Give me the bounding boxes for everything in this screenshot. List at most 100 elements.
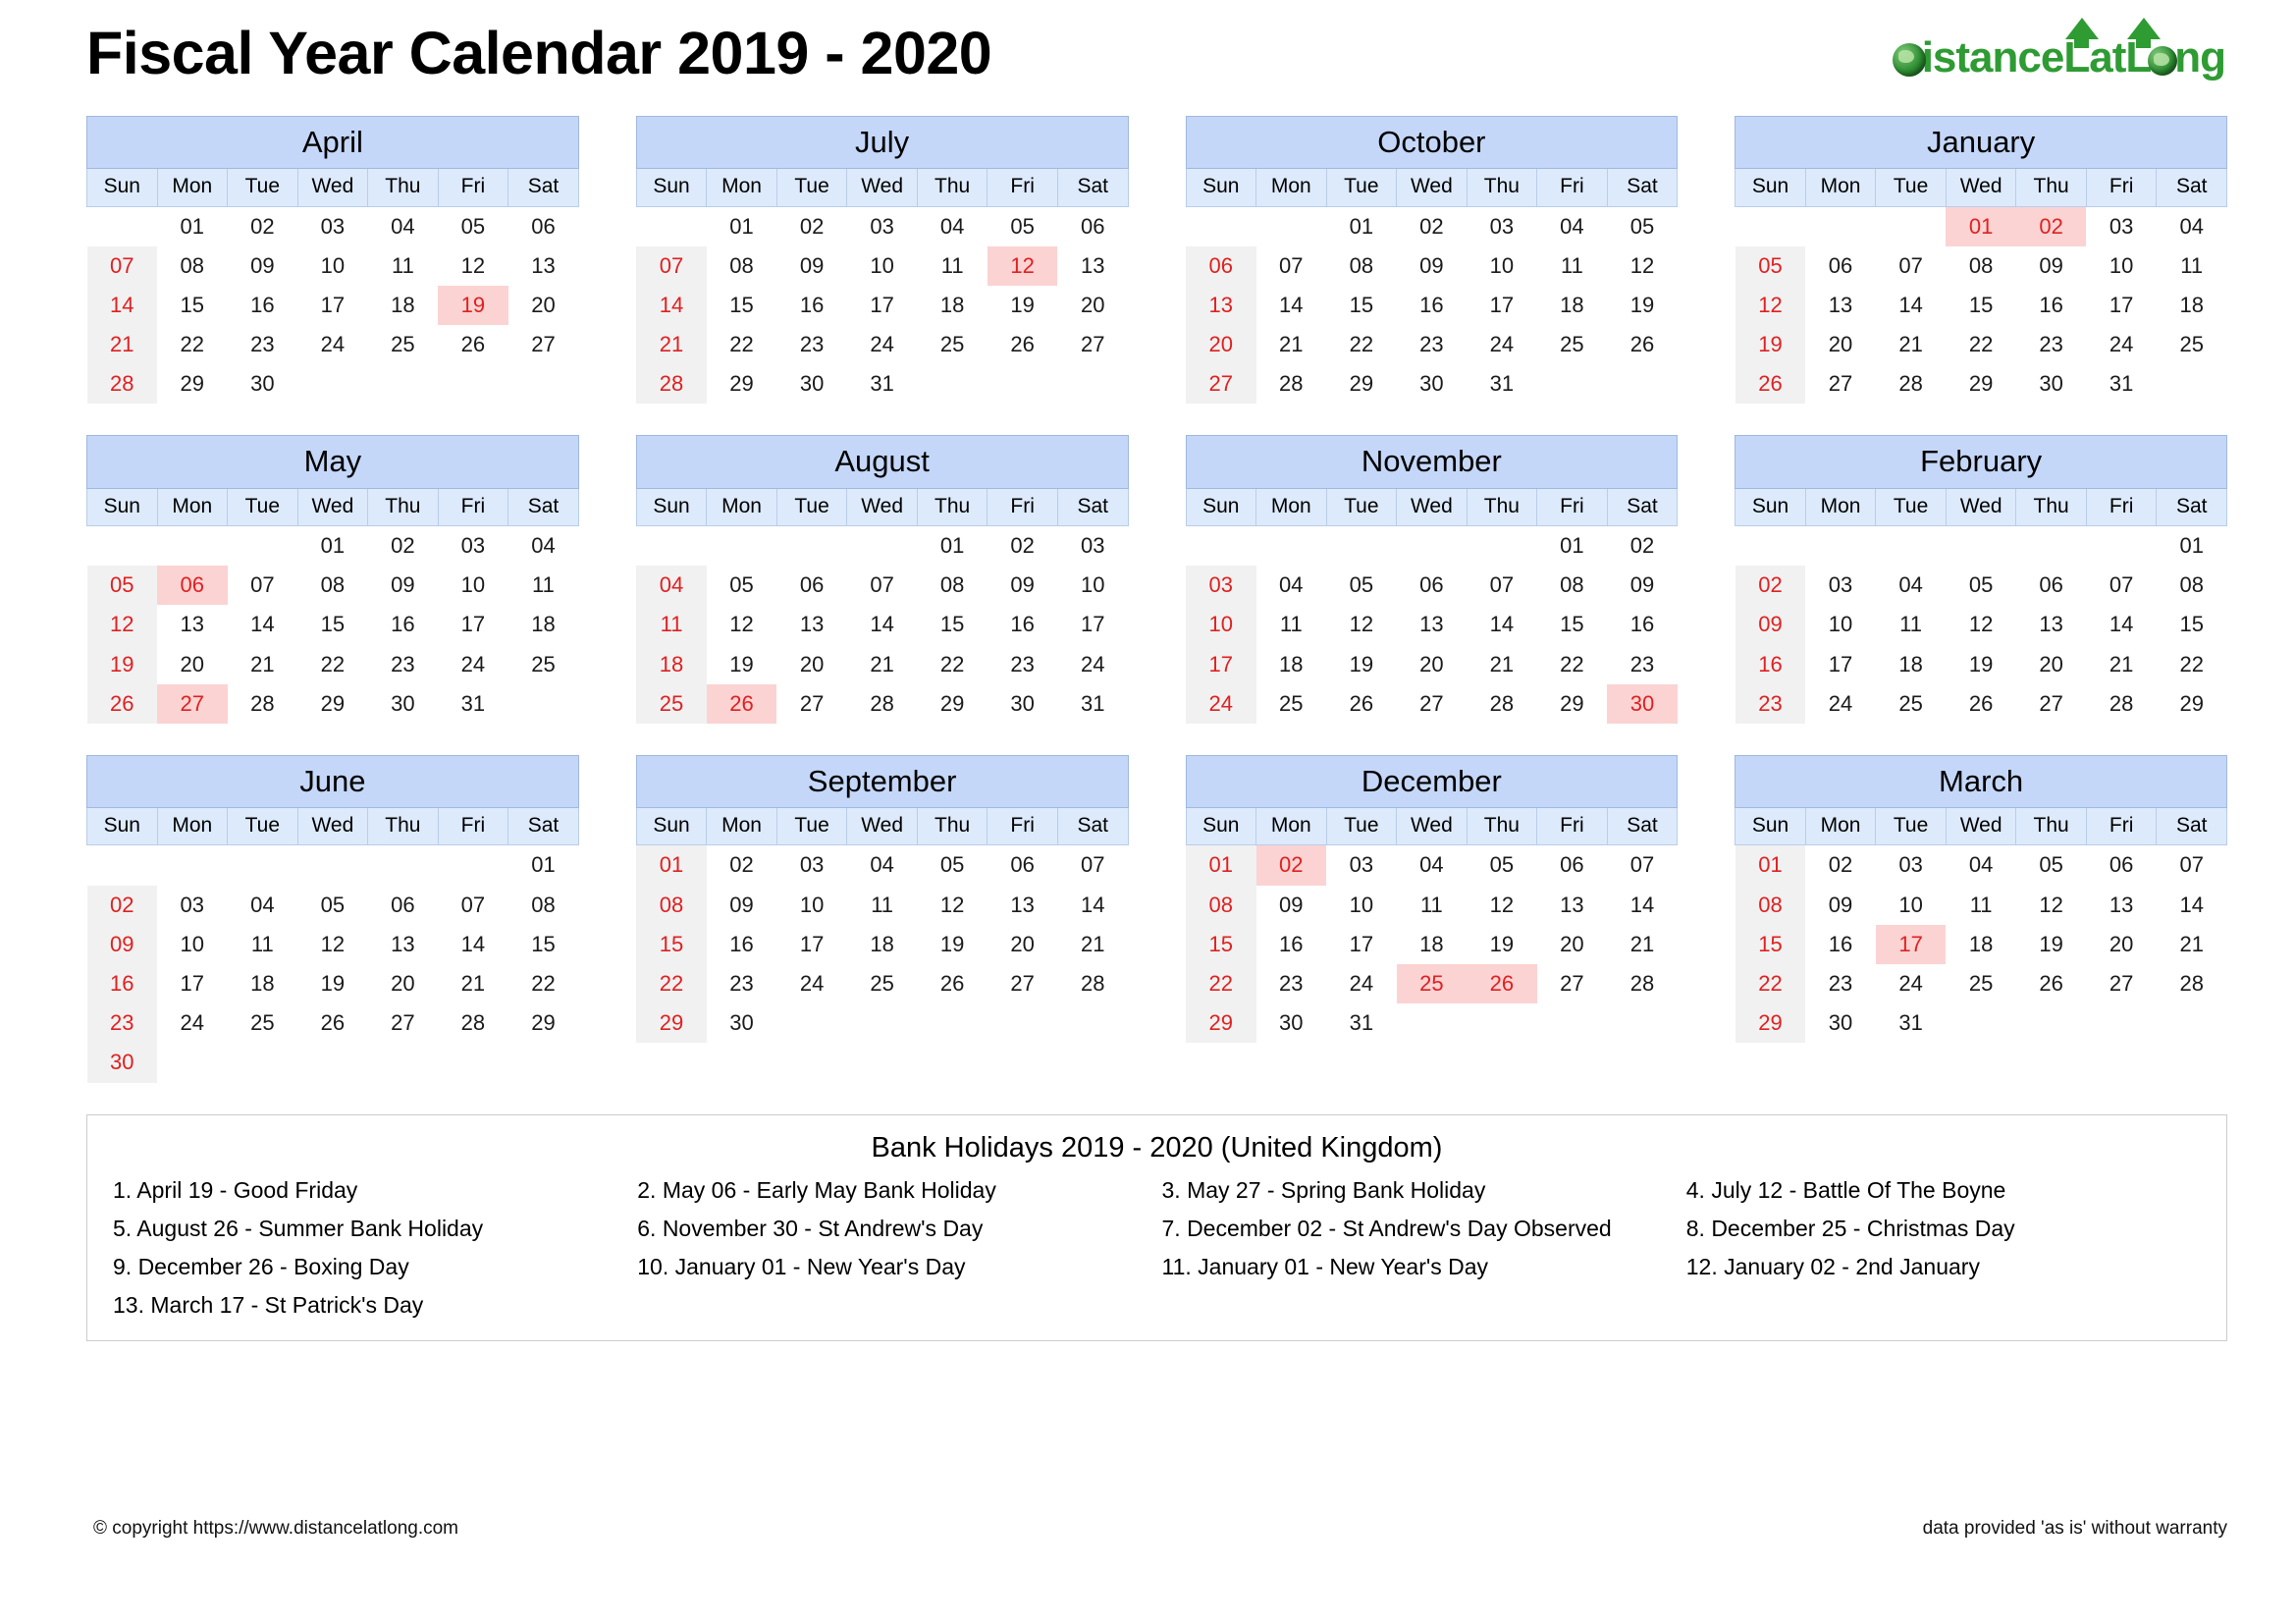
day-cell-january-24[interactable]: 24 [2086,325,2157,364]
day-cell-march-06[interactable]: 06 [2086,845,2157,886]
day-cell-september-09[interactable]: 09 [707,886,777,925]
day-cell-february-04[interactable]: 04 [1876,566,1947,605]
day-cell-september-15[interactable]: 15 [636,924,707,964]
day-cell-may-30[interactable]: 30 [368,684,439,724]
day-cell-october-08[interactable]: 08 [1326,246,1397,286]
day-cell-october-03[interactable]: 03 [1467,206,1537,246]
day-cell-may-26[interactable]: 26 [86,683,158,724]
day-cell-february-02[interactable]: 02 [1735,566,1806,606]
day-cell-february-11[interactable]: 11 [1876,605,1947,644]
day-cell-january-09[interactable]: 09 [2016,246,2087,286]
day-cell-march-01[interactable]: 01 [1735,844,1806,886]
day-cell-march-05[interactable]: 05 [2016,845,2087,886]
day-cell-june-16[interactable]: 16 [86,963,158,1004]
day-cell-november-20[interactable]: 20 [1397,645,1468,684]
day-cell-march-30[interactable]: 30 [1805,1003,1876,1043]
day-cell-october-15[interactable]: 15 [1326,286,1397,325]
day-cell-september-25[interactable]: 25 [847,964,918,1003]
day-cell-august-28[interactable]: 28 [847,684,918,724]
day-cell-july-31[interactable]: 31 [847,364,918,404]
day-cell-july-21[interactable]: 21 [636,325,707,365]
day-cell-september-06[interactable]: 06 [988,845,1058,886]
day-cell-january-12[interactable]: 12 [1735,285,1806,326]
day-cell-january-06[interactable]: 06 [1805,246,1876,286]
day-cell-august-23[interactable]: 23 [988,645,1058,684]
day-cell-february-25[interactable]: 25 [1876,684,1947,724]
day-cell-may-09[interactable]: 09 [368,566,439,605]
day-cell-august-14[interactable]: 14 [847,605,918,644]
day-cell-december-20[interactable]: 20 [1537,925,1608,964]
day-cell-september-12[interactable]: 12 [917,886,988,925]
day-cell-september-18[interactable]: 18 [847,925,918,964]
day-cell-june-22[interactable]: 22 [508,964,579,1003]
day-cell-february-17[interactable]: 17 [1805,645,1876,684]
day-cell-september-24[interactable]: 24 [776,964,847,1003]
day-cell-july-17[interactable]: 17 [847,286,918,325]
day-cell-january-03[interactable]: 03 [2086,206,2157,246]
day-cell-august-26[interactable]: 26 [706,683,777,724]
day-cell-may-11[interactable]: 11 [508,566,579,605]
day-cell-july-07[interactable]: 07 [636,245,707,286]
day-cell-september-23[interactable]: 23 [707,964,777,1003]
day-cell-february-23[interactable]: 23 [1735,683,1806,724]
day-cell-september-04[interactable]: 04 [847,845,918,886]
day-cell-may-10[interactable]: 10 [438,566,508,605]
day-cell-august-01[interactable]: 01 [917,525,988,566]
day-cell-june-21[interactable]: 21 [438,964,508,1003]
day-cell-december-02[interactable]: 02 [1255,844,1327,886]
day-cell-december-21[interactable]: 21 [1607,925,1678,964]
day-cell-january-27[interactable]: 27 [1805,364,1876,404]
day-cell-december-19[interactable]: 19 [1467,925,1537,964]
day-cell-march-23[interactable]: 23 [1805,964,1876,1003]
day-cell-november-09[interactable]: 09 [1607,566,1678,605]
day-cell-february-14[interactable]: 14 [2086,605,2157,644]
day-cell-april-24[interactable]: 24 [297,325,368,364]
day-cell-december-18[interactable]: 18 [1397,925,1468,964]
day-cell-october-02[interactable]: 02 [1397,206,1468,246]
day-cell-july-27[interactable]: 27 [1057,325,1128,364]
day-cell-july-29[interactable]: 29 [707,364,777,404]
day-cell-january-04[interactable]: 04 [2157,206,2227,246]
day-cell-november-14[interactable]: 14 [1467,605,1537,644]
day-cell-april-17[interactable]: 17 [297,286,368,325]
day-cell-september-10[interactable]: 10 [776,886,847,925]
day-cell-january-18[interactable]: 18 [2157,286,2227,325]
day-cell-february-20[interactable]: 20 [2016,645,2087,684]
day-cell-march-18[interactable]: 18 [1946,925,2016,964]
day-cell-may-12[interactable]: 12 [86,605,158,645]
day-cell-august-10[interactable]: 10 [1057,566,1128,605]
day-cell-september-21[interactable]: 21 [1057,925,1128,964]
day-cell-november-03[interactable]: 03 [1186,566,1256,606]
day-cell-april-20[interactable]: 20 [508,286,579,325]
day-cell-may-23[interactable]: 23 [368,645,439,684]
day-cell-june-05[interactable]: 05 [297,886,368,925]
day-cell-october-01[interactable]: 01 [1326,206,1397,246]
day-cell-january-07[interactable]: 07 [1876,246,1947,286]
day-cell-october-23[interactable]: 23 [1397,325,1468,364]
day-cell-may-31[interactable]: 31 [438,684,508,724]
day-cell-july-09[interactable]: 09 [776,246,847,286]
day-cell-february-08[interactable]: 08 [2157,566,2227,605]
day-cell-june-18[interactable]: 18 [228,964,298,1003]
day-cell-may-06[interactable]: 06 [157,566,228,606]
day-cell-august-15[interactable]: 15 [917,605,988,644]
day-cell-april-08[interactable]: 08 [157,246,228,286]
day-cell-january-14[interactable]: 14 [1876,286,1947,325]
day-cell-november-17[interactable]: 17 [1186,644,1256,684]
day-cell-november-02[interactable]: 02 [1607,525,1678,566]
day-cell-september-22[interactable]: 22 [636,963,707,1004]
day-cell-april-10[interactable]: 10 [297,246,368,286]
day-cell-june-01[interactable]: 01 [508,845,579,886]
day-cell-august-02[interactable]: 02 [988,525,1058,566]
day-cell-october-24[interactable]: 24 [1467,325,1537,364]
day-cell-april-22[interactable]: 22 [157,325,228,364]
day-cell-february-28[interactable]: 28 [2086,684,2157,724]
day-cell-october-17[interactable]: 17 [1467,286,1537,325]
day-cell-june-19[interactable]: 19 [297,964,368,1003]
day-cell-july-14[interactable]: 14 [636,285,707,326]
day-cell-march-09[interactable]: 09 [1805,886,1876,925]
day-cell-september-17[interactable]: 17 [776,925,847,964]
day-cell-november-26[interactable]: 26 [1326,684,1397,724]
day-cell-march-20[interactable]: 20 [2086,925,2157,964]
day-cell-january-22[interactable]: 22 [1946,325,2016,364]
